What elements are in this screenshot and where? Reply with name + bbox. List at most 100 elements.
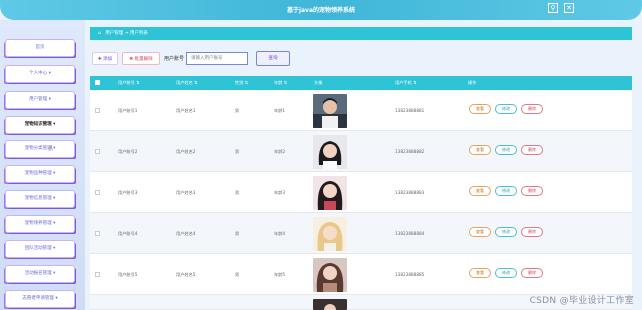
- view-button[interactable]: 查看: [469, 104, 491, 114]
- cell-account: 用户账号3: [118, 190, 138, 195]
- add-button[interactable]: ✚ 添加: [92, 52, 118, 65]
- watermark: CSDN @毕业设计工作室: [529, 296, 634, 306]
- sidebar-item-label: 宠物品种管理 ▾: [24, 171, 56, 176]
- sidebar-item-label: 个人中心 ▾: [29, 71, 51, 76]
- cell-name: 用户姓名5: [176, 272, 196, 277]
- sidebar-item-label: 宠物信息管理 ▾: [24, 196, 56, 201]
- edit-button[interactable]: 修改: [495, 227, 517, 237]
- col-account[interactable]: 用户账号 ⇅: [118, 76, 140, 90]
- sidebar-item-label: 团队活动管理 ▾: [24, 246, 56, 251]
- sidebar-item-label: 首页: [35, 45, 45, 50]
- account-label: 用户账号: [164, 56, 185, 62]
- breadcrumb-text: 用户管理 → 用户列表: [105, 31, 148, 36]
- col-actions: 操作: [468, 80, 477, 85]
- search-button[interactable]: 查询: [256, 51, 290, 66]
- view-button[interactable]: 查看: [469, 186, 491, 196]
- delete-button[interactable]: 删除: [521, 104, 543, 114]
- close-icon[interactable]: ✕: [564, 3, 574, 13]
- cell-phone: 13823888885: [395, 272, 425, 277]
- edit-button[interactable]: 修改: [495, 268, 517, 278]
- search-input[interactable]: 请输入用户账号: [186, 52, 248, 65]
- table-row: 用户账号5 用户姓名5 男 年龄5 13823888885 查看 修改 删除: [90, 254, 632, 295]
- sidebar-item-pet-breed[interactable]: 宠物品种管理 ▾: [6, 166, 74, 182]
- row-checkbox[interactable]: [95, 272, 100, 277]
- avatar: [313, 217, 347, 251]
- row-checkbox[interactable]: [95, 190, 100, 195]
- delete-button[interactable]: 删除: [521, 227, 543, 237]
- sidebar-item-pet-adoption[interactable]: 宠物领养管理 ▾: [6, 216, 74, 232]
- cell-age: 年龄4: [274, 231, 286, 236]
- sidebar-item-home[interactable]: 首页: [6, 40, 74, 56]
- batch-delete-button[interactable]: ✖ 批量删除: [122, 52, 160, 65]
- sidebar-item-volunteer[interactable]: 志愿者申请管理 ▾: [6, 291, 74, 307]
- avatar: [313, 299, 347, 310]
- user-icon[interactable]: ⚲: [548, 3, 558, 13]
- edit-button[interactable]: 修改: [495, 186, 517, 196]
- sidebar-item-pet-category[interactable]: 宠物分类管理 ▾: [6, 141, 74, 157]
- table-row: 用户账号2 用户姓名2 男 年龄2 13823888882 查看 修改 删除: [90, 131, 632, 172]
- row-checkbox[interactable]: [95, 108, 100, 113]
- mouse-cursor-icon: ☝: [48, 144, 53, 153]
- top-bar: 基于java的宠物领养系统 ⚲ ✕: [0, 0, 642, 20]
- cell-gender: 男: [235, 231, 240, 236]
- avatar: [313, 176, 347, 210]
- cell-account: 用户账号2: [118, 149, 138, 154]
- col-name[interactable]: 用户姓名 ⇅: [176, 76, 198, 90]
- home-icon[interactable]: ⌂: [98, 31, 101, 36]
- cell-name: 用户姓名4: [176, 231, 196, 236]
- sidebar-item-pet-knowledge[interactable]: 宠物知识管理 ▾: [6, 117, 74, 133]
- cell-name: 用户姓名2: [176, 149, 196, 154]
- sidebar-item-label: 活动报名管理 ▾: [24, 271, 56, 276]
- select-all-checkbox[interactable]: [95, 80, 100, 85]
- avatar: [313, 258, 347, 292]
- view-button[interactable]: 查看: [469, 145, 491, 155]
- cell-age: 年龄1: [274, 108, 286, 113]
- breadcrumb: ⌂ 用户管理 → 用户列表: [90, 27, 632, 40]
- cell-account: 用户账号1: [118, 108, 138, 113]
- sidebar-item-label: 志愿者申请管理 ▾: [22, 296, 58, 301]
- cell-name: 用户姓名3: [176, 190, 196, 195]
- col-age[interactable]: 年龄 ⇅: [274, 76, 287, 90]
- delete-button[interactable]: 删除: [521, 186, 543, 196]
- sidebar-item-activity-signup[interactable]: 活动报名管理 ▾: [6, 266, 74, 282]
- cell-gender: 男: [235, 190, 240, 195]
- view-button[interactable]: 查看: [469, 268, 491, 278]
- table-row: 用户账号3 用户姓名3 男 年龄3 13823888883 查看 修改 删除: [90, 172, 632, 213]
- col-avatar: 头像: [314, 80, 323, 85]
- sidebar-item-personal-center[interactable]: 个人中心 ▾: [6, 66, 74, 82]
- cell-age: 年龄3: [274, 190, 286, 195]
- edit-button[interactable]: 修改: [495, 104, 517, 114]
- table-row: 用户账号1 用户姓名1 男 年龄1 13823888881 查看 修改 删除: [90, 90, 632, 131]
- toolbar: ✚ 添加 ✖ 批量删除 用户账号 请输入用户账号 查询: [90, 50, 490, 66]
- app-title: 基于java的宠物领养系统: [286, 7, 356, 14]
- sidebar-item-label: 宠物知识管理 ▾: [24, 122, 56, 127]
- cell-phone: 13823888883: [395, 190, 425, 195]
- cell-account: 用户账号5: [118, 272, 138, 277]
- row-checkbox[interactable]: [95, 231, 100, 236]
- user-table: 用户账号 ⇅ 用户姓名 ⇅ 性别 ⇅ 年龄 ⇅ 头像 用户手机 ⇅ 操作 用户账…: [90, 76, 632, 310]
- row-checkbox[interactable]: [95, 149, 100, 154]
- cell-gender: 男: [235, 149, 240, 154]
- avatar: [313, 135, 347, 169]
- delete-button[interactable]: 删除: [521, 145, 543, 155]
- sidebar-item-user-management[interactable]: 用户管理 ▾: [6, 92, 74, 108]
- sidebar-item-label: 用户管理 ▾: [29, 97, 51, 102]
- delete-button[interactable]: 删除: [521, 268, 543, 278]
- cell-gender: 男: [235, 108, 240, 113]
- sidebar-item-pet-info[interactable]: 宠物信息管理 ▾: [6, 191, 74, 207]
- edit-button[interactable]: 修改: [495, 145, 517, 155]
- sidebar: 首页 个人中心 ▾ 用户管理 ▾ 宠物知识管理 ▾ 宠物分类管理 ▾ 宠物品种管…: [0, 20, 85, 310]
- col-gender[interactable]: 性别 ⇅: [235, 76, 248, 90]
- sidebar-item-team-activity[interactable]: 团队活动管理 ▾: [6, 241, 74, 257]
- cell-age: 年龄2: [274, 149, 286, 154]
- cell-gender: 男: [235, 272, 240, 277]
- table-row: 用户账号4 用户姓名4 男 年龄4 13823888884 查看 修改 删除: [90, 213, 632, 254]
- cell-account: 用户账号4: [118, 231, 138, 236]
- col-phone[interactable]: 用户手机 ⇅: [395, 76, 417, 90]
- cell-name: 用户姓名1: [176, 108, 196, 113]
- cell-phone: 13823888884: [395, 231, 425, 236]
- view-button[interactable]: 查看: [469, 227, 491, 237]
- cell-phone: 13823888882: [395, 149, 425, 154]
- sidebar-item-label: 宠物领养管理 ▾: [24, 221, 56, 226]
- table-header: 用户账号 ⇅ 用户姓名 ⇅ 性别 ⇅ 年龄 ⇅ 头像 用户手机 ⇅ 操作: [90, 76, 632, 90]
